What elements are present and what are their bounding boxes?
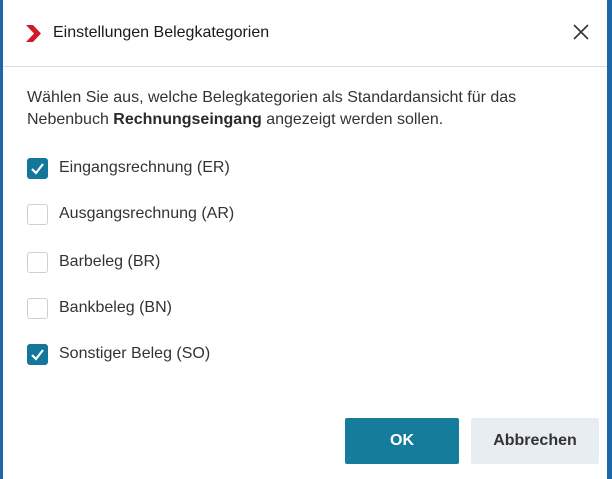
- dialog-titlebar: Einstellungen Belegkategorien: [3, 0, 607, 67]
- option-sonstiger-beleg[interactable]: Sonstiger Beleg (SO): [27, 341, 210, 367]
- checkbox-unchecked[interactable]: [27, 203, 48, 225]
- dialog-title: Einstellungen Belegkategorien: [53, 24, 270, 41]
- cancel-button[interactable]: Abbrechen: [471, 418, 599, 464]
- option-label: Barbeleg (BR): [59, 253, 161, 270]
- checkmark-icon: [31, 348, 44, 361]
- option-barbeleg[interactable]: Barbeleg (BR): [27, 249, 160, 275]
- option-eingangsrechnung[interactable]: Eingangsrechnung (ER): [27, 155, 230, 181]
- option-label: Bankbeleg (BN): [59, 299, 172, 316]
- close-icon[interactable]: [567, 18, 595, 46]
- checkbox-unchecked[interactable]: [27, 297, 48, 319]
- option-label: Sonstiger Beleg (SO): [59, 345, 211, 362]
- option-bankbeleg[interactable]: Bankbeleg (BN): [27, 295, 172, 321]
- app-logo-chevron-icon: [26, 25, 41, 42]
- settings-dialog: Einstellungen Belegkategorien Wählen Sie…: [0, 0, 607, 479]
- checkbox-checked[interactable]: [27, 343, 48, 365]
- checkbox-checked[interactable]: [27, 157, 48, 179]
- ok-button[interactable]: OK: [345, 418, 459, 464]
- option-ausgangsrechnung[interactable]: Ausgangsrechnung (AR): [27, 201, 234, 227]
- dialog-description: Wählen Sie aus, welche Belegkategorien a…: [27, 87, 597, 131]
- checkbox-unchecked[interactable]: [27, 251, 48, 273]
- description-text-2: angezeigt werden sollen.: [261, 111, 444, 128]
- option-label: Ausgangsrechnung (AR): [59, 205, 235, 222]
- checkmark-icon: [31, 162, 44, 175]
- description-bold-text: Rechnungseingang: [113, 111, 262, 128]
- option-label: Eingangsrechnung (ER): [59, 159, 230, 176]
